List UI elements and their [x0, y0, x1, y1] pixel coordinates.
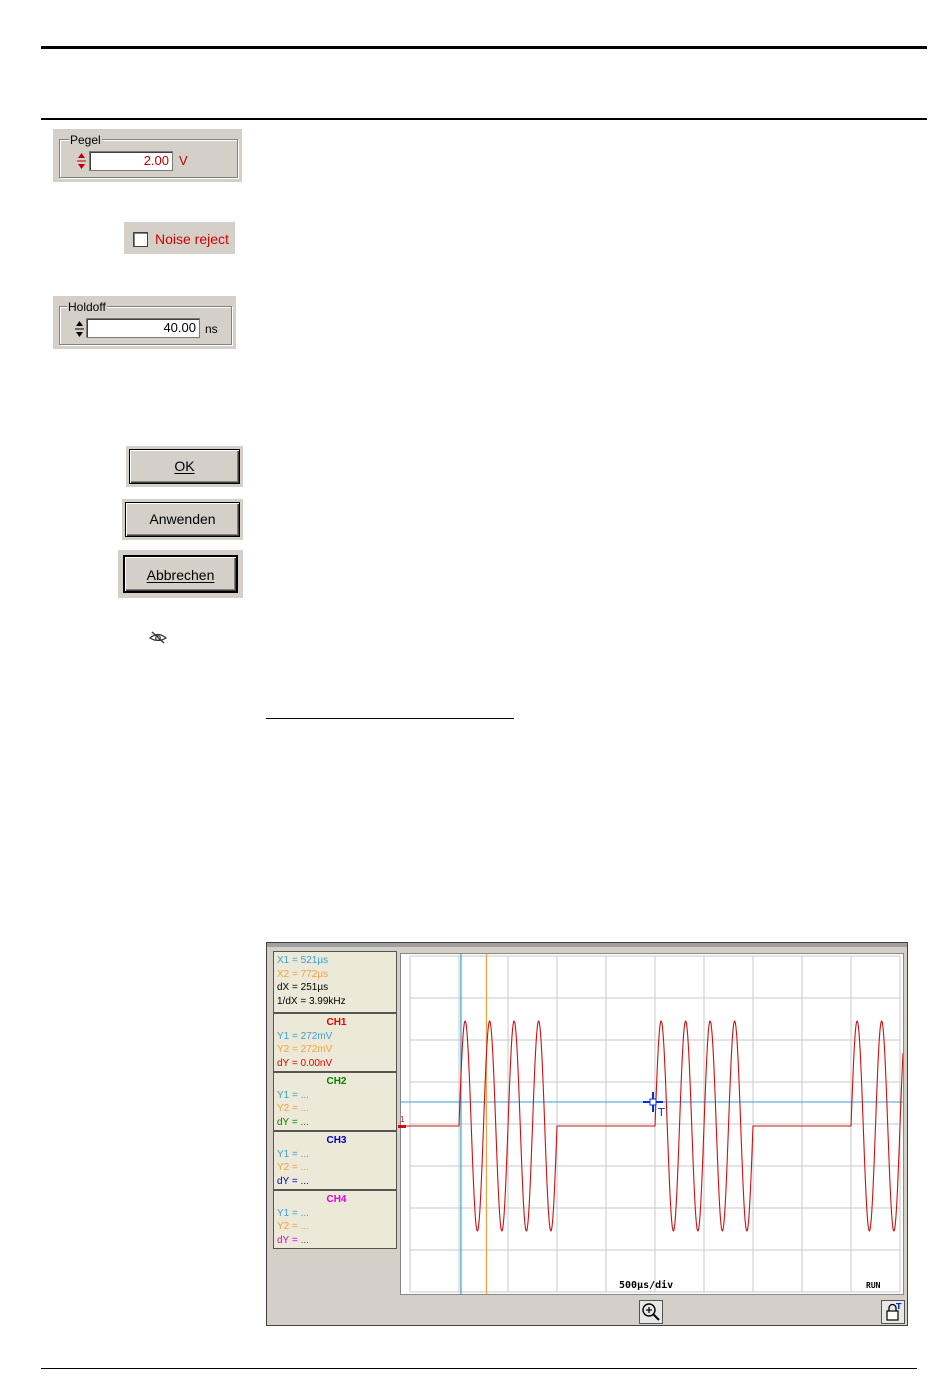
- run-status: RUN: [866, 1281, 881, 1290]
- noise-reject-panel: Noise reject: [124, 222, 235, 254]
- section-underline: [266, 718, 514, 719]
- ch1-y1: Y1 = 272mV: [277, 1030, 333, 1042]
- pegel-label: Pegel: [69, 133, 102, 147]
- holdoff-label: Holdoff: [67, 300, 107, 314]
- apply-button-frame: Anwenden: [122, 499, 243, 540]
- pegel-spinner-icon[interactable]: [77, 151, 86, 171]
- pegel-panel: Pegel 2.00 V: [53, 129, 242, 182]
- lock-button[interactable]: T: [881, 1300, 905, 1324]
- ch4-y1: Y1 = ...: [277, 1207, 309, 1219]
- ok-button-label: OK: [174, 458, 195, 474]
- holdoff-spinner-icon[interactable]: [75, 319, 84, 339]
- ch1-dy: dY = 0.00nV: [277, 1057, 333, 1069]
- holdoff-unit: ns: [205, 322, 218, 336]
- ok-button[interactable]: OK: [129, 449, 240, 484]
- scope-title-strip: [267, 943, 907, 947]
- header-top-rule: [41, 46, 927, 49]
- ch3-y2: Y2 = ...: [277, 1162, 309, 1173]
- ch1-title: CH1: [326, 1017, 347, 1028]
- x2-readout: X2 = 772µs: [277, 968, 329, 980]
- ch2-y1: Y1 = ...: [277, 1089, 309, 1101]
- svg-text:T: T: [657, 1106, 665, 1119]
- cancel-button[interactable]: Abbrechen: [123, 555, 238, 593]
- zoom-button[interactable]: [639, 1300, 663, 1324]
- ch1-y2: Y2 = 272mV: [277, 1044, 333, 1055]
- ch4-dy: dY = ...: [277, 1234, 309, 1246]
- cancel-button-label: Abbrechen: [146, 567, 215, 583]
- ch1-ground-marker[interactable]: 1: [398, 1115, 408, 1132]
- dx-readout: dX = 251µs: [277, 982, 329, 993]
- x1-readout: X1 = 521µs: [277, 955, 329, 966]
- header-bottom-rule: [41, 118, 927, 120]
- apply-button[interactable]: Anwenden: [125, 502, 240, 537]
- cursor-measurement-panel: X1 = 521µs X2 = 772µs dX = 251µs 1/dX = …: [273, 951, 397, 1013]
- holdoff-input[interactable]: 40.00: [86, 318, 200, 338]
- ch2-y2: Y2 = ...: [277, 1103, 309, 1114]
- lock-icon: T: [886, 1302, 902, 1321]
- ch4-measurement-panel[interactable]: CH4 Y1 = ... Y2 = ... dY = ...: [273, 1190, 397, 1249]
- waveform-plot[interactable]: T: [401, 954, 903, 1294]
- timebase-label: 500µs/div: [619, 1280, 674, 1291]
- ch4-title: CH4: [326, 1194, 347, 1205]
- ch3-measurement-panel[interactable]: CH3 Y1 = ... Y2 = ... dY = ...: [273, 1131, 397, 1190]
- zoom-in-icon: [642, 1303, 660, 1321]
- svg-text:T: T: [896, 1302, 902, 1311]
- ch2-title: CH2: [326, 1076, 347, 1087]
- inv-dx-readout: 1/dX = 3.99kHz: [277, 995, 346, 1007]
- ch2-dy: dY = ...: [277, 1116, 309, 1128]
- oscilloscope-window: X1 = 521µs X2 = 772µs dX = 251µs 1/dX = …: [266, 942, 908, 1326]
- footer-rule: [41, 1368, 917, 1369]
- pegel-unit: V: [179, 153, 188, 168]
- ok-button-frame: OK: [126, 446, 243, 487]
- crosshair-icon: T: [643, 1092, 665, 1119]
- holdoff-panel: Holdoff 40.00 ns: [53, 296, 236, 349]
- ch1-measurement-panel[interactable]: CH1 Y1 = 272mV Y2 = 272mV dY = 0.00nV: [273, 1013, 397, 1072]
- ch3-y1: Y1 = ...: [277, 1148, 309, 1160]
- ch3-title: CH3: [326, 1135, 347, 1146]
- ch4-y2: Y2 = ...: [277, 1221, 309, 1232]
- scope-display[interactable]: T 500µs/div RUN: [400, 953, 904, 1295]
- pegel-input[interactable]: 2.00: [89, 151, 173, 171]
- apply-button-label: Anwenden: [149, 511, 216, 527]
- ch2-measurement-panel[interactable]: CH2 Y1 = ... Y2 = ... dY = ...: [273, 1072, 397, 1131]
- noise-reject-checkbox[interactable]: [133, 232, 148, 247]
- hide-eye-icon: [148, 631, 168, 644]
- ch3-dy: dY = ...: [277, 1175, 309, 1187]
- cancel-button-frame: Abbrechen: [118, 550, 243, 598]
- noise-reject-label[interactable]: Noise reject: [155, 231, 229, 247]
- ch1-trace: [401, 1020, 903, 1232]
